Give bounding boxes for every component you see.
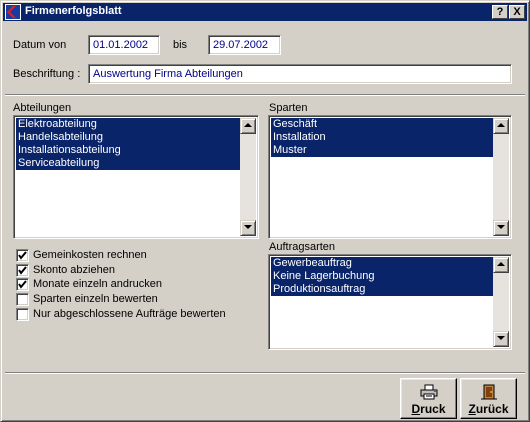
divider-bottom: [5, 372, 525, 374]
window-title: Firmenerfolgsblatt: [25, 5, 122, 17]
bis-label: bis: [173, 39, 188, 51]
zurueck-label: Zurück: [468, 402, 509, 416]
checkmark-icon: [18, 266, 27, 275]
firmenerfolgsblatt-window: Firmenerfolgsblatt ? X Datum von 01.01.2…: [0, 0, 530, 422]
arrow-up-icon: [497, 262, 505, 266]
datum-von-label: Datum von: [13, 39, 67, 51]
auftragsarten-list-item[interactable]: Gewerbeauftrag: [271, 257, 493, 270]
auftragsarten-list-item[interactable]: Produktionsauftrag: [271, 283, 493, 296]
scroll-up-button[interactable]: [493, 257, 509, 273]
sparten-scrollbar[interactable]: [493, 118, 509, 236]
title-bar[interactable]: Firmenerfolgsblatt ? X: [3, 3, 527, 21]
datum-bis-input[interactable]: 29.07.2002: [208, 35, 281, 55]
abteilungen-scrollbar[interactable]: [240, 118, 256, 236]
close-button[interactable]: X: [509, 5, 525, 19]
scroll-down-button[interactable]: [493, 220, 509, 236]
divider-top: [5, 94, 525, 96]
datum-von-input[interactable]: 01.01.2002: [88, 35, 160, 55]
sparten-label: Sparten: [269, 102, 308, 114]
auftragsarten-scrollbar[interactable]: [493, 257, 509, 347]
abteilungen-list-item[interactable]: Handelsabteilung: [16, 131, 240, 144]
checkbox[interactable]: [16, 307, 29, 321]
beschriftung-label: Beschriftung :: [13, 68, 81, 80]
checkbox[interactable]: [16, 278, 29, 292]
arrow-up-icon: [244, 123, 252, 127]
checkbox-label: Skonto abziehen: [33, 263, 115, 276]
druck-button[interactable]: Druck: [400, 378, 457, 419]
app-logo-icon: [5, 4, 21, 20]
auftragsarten-list-item[interactable]: Keine Lagerbuchung: [271, 270, 493, 283]
door-exit-icon: [480, 384, 498, 403]
abteilungen-list-item[interactable]: Elektroabteilung: [16, 118, 240, 131]
checkmark-icon: [18, 280, 27, 290]
sparten-list-item[interactable]: Installation: [271, 131, 493, 144]
scroll-down-button[interactable]: [493, 331, 509, 347]
arrow-up-icon: [497, 123, 505, 127]
checkbox[interactable]: [16, 263, 29, 277]
sparten-list-item[interactable]: Muster: [271, 144, 493, 157]
checkbox-label: Gemeinkosten rechnen: [33, 249, 147, 261]
arrow-down-icon: [244, 225, 252, 229]
checkbox-label: Sparten einzeln bewerten: [33, 293, 158, 306]
druck-label: Druck: [411, 402, 446, 416]
scroll-down-button[interactable]: [240, 220, 256, 236]
abteilungen-listbox[interactable]: Elektroabteilung Handelsabteilung Installa…: [13, 115, 259, 239]
arrow-down-icon: [497, 336, 505, 340]
sparten-list-item[interactable]: Geschäft: [271, 118, 493, 131]
printer-icon: [420, 384, 438, 403]
sparten-listbox[interactable]: Geschäft Installation Muster: [268, 115, 512, 239]
checkbox[interactable]: [16, 249, 29, 262]
zurueck-button[interactable]: Zurück: [460, 378, 517, 419]
checkbox[interactable]: [16, 293, 29, 307]
auftragsarten-label: Auftragsarten: [269, 241, 336, 253]
checkbox-label: Nur abgeschlossene Aufträge bewerten: [33, 307, 226, 320]
abteilungen-label: Abteilungen: [13, 102, 72, 114]
abteilungen-list-item[interactable]: Serviceabteilung: [16, 157, 240, 170]
help-button[interactable]: ?: [492, 5, 508, 19]
arrow-down-icon: [497, 225, 505, 229]
beschriftung-input[interactable]: Auswertung Firma Abteilungen: [88, 64, 512, 84]
checkbox-label: Monate einzeln andrucken: [33, 278, 163, 291]
checkmark-icon: [18, 251, 27, 260]
auftragsarten-listbox[interactable]: Gewerbeauftrag Keine Lagerbuchung Produkti…: [268, 254, 512, 350]
scroll-up-button[interactable]: [240, 118, 256, 134]
abteilungen-list-item[interactable]: Installationsabteilung: [16, 144, 240, 157]
scroll-up-button[interactable]: [493, 118, 509, 134]
